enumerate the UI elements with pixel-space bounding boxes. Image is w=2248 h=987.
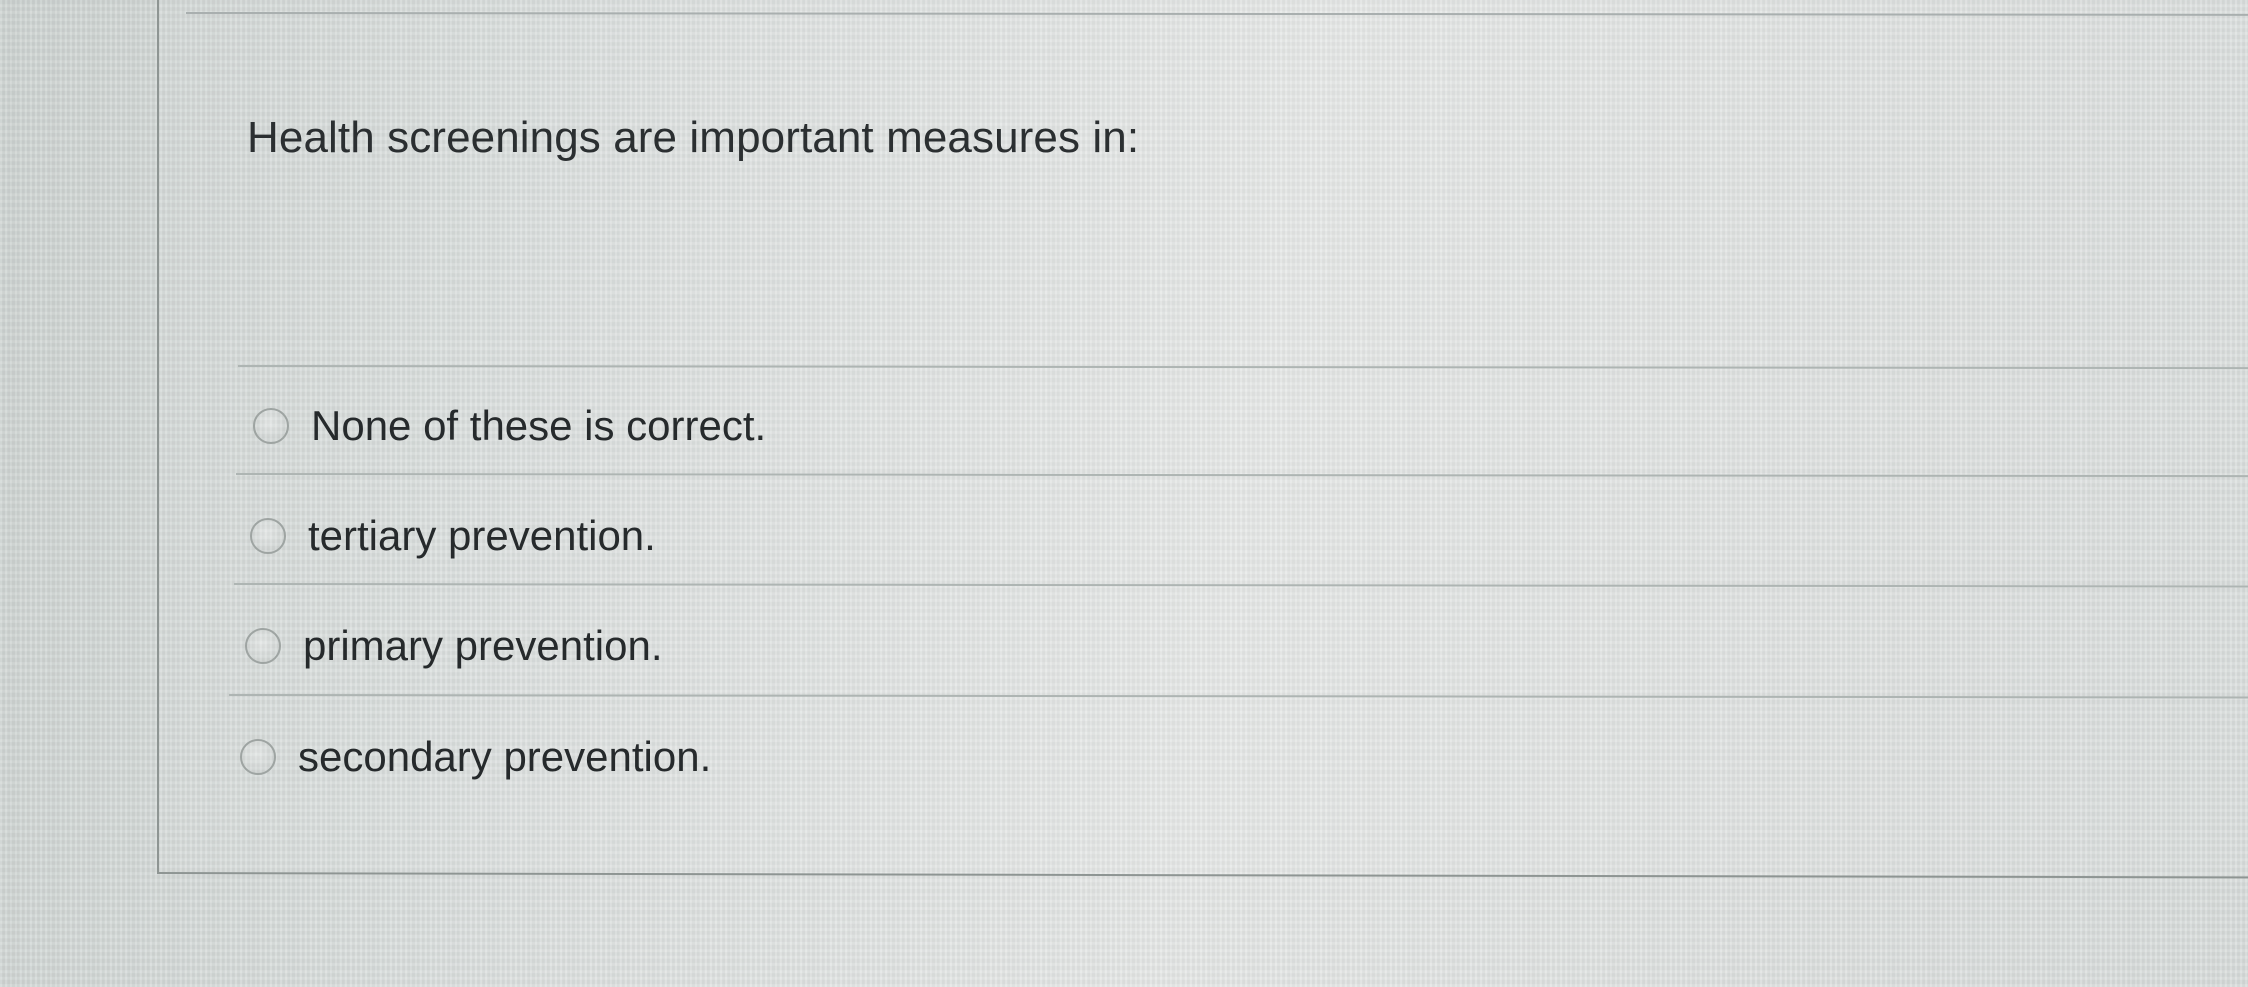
radio-button-primary[interactable] bbox=[245, 628, 281, 664]
radio-button-tertiary[interactable] bbox=[250, 518, 286, 554]
radio-button-secondary[interactable] bbox=[240, 739, 276, 775]
question-text: Health screenings are important measures… bbox=[247, 113, 1140, 162]
answer-label: primary prevention. bbox=[303, 622, 663, 669]
answer-option-secondary[interactable]: secondary prevention. bbox=[240, 733, 711, 781]
answer-option-none[interactable]: None of these is correct. bbox=[253, 402, 766, 450]
radio-button-none[interactable] bbox=[253, 408, 289, 444]
answer-label: None of these is correct. bbox=[311, 402, 767, 449]
answer-label: tertiary prevention. bbox=[308, 512, 656, 559]
answer-option-primary[interactable]: primary prevention. bbox=[245, 622, 662, 670]
answer-label: secondary prevention. bbox=[298, 733, 712, 780]
answer-option-tertiary[interactable]: tertiary prevention. bbox=[250, 512, 656, 560]
